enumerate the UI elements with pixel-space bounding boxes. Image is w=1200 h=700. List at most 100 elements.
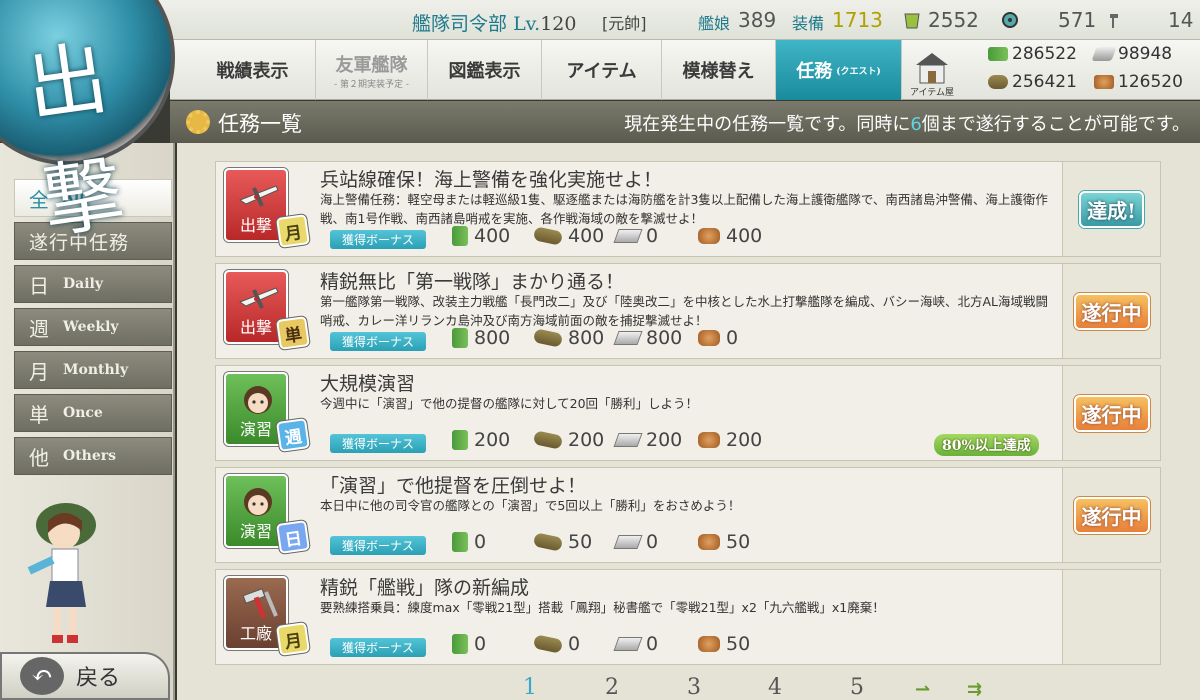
quest-card[interactable]: 出撃 月 兵站線確保！海上警備を強化実施せよ！ 海上警備任務：軽空母または軽巡級…: [215, 161, 1161, 257]
item-shop-button[interactable]: アイテム屋: [903, 42, 961, 98]
reward-fuel: 0: [452, 633, 486, 655]
fuel-icon: [452, 226, 468, 246]
tab-records[interactable]: 戦績表示: [190, 40, 316, 100]
reward-ammo-value: 0: [568, 633, 581, 655]
reward-bauxite-value: 50: [726, 531, 751, 553]
level-value: 120: [540, 13, 577, 35]
equip-label: 装備: [792, 14, 825, 33]
tab-label: 友軍艦隊: [335, 54, 408, 76]
reward-steel: 200: [613, 429, 682, 451]
reward-steel: 0: [613, 225, 659, 247]
bauxite-icon: [698, 228, 720, 244]
tab-furniture[interactable]: 模様替え: [662, 40, 776, 100]
quest-card[interactable]: 演習 週 大規模演習 今週中に「演習」で他の提督の艦隊に対して20回「勝利」しよ…: [215, 365, 1161, 461]
hammer-icon: [242, 588, 278, 619]
freq-monthly-icon: 月: [276, 622, 310, 656]
secretary-ship-girl: [27, 503, 96, 643]
dev-material-count: 571: [1058, 8, 1097, 32]
category-en: Monthly: [63, 362, 129, 378]
bonus-button[interactable]: 獲得ボーナス: [330, 434, 426, 453]
fuel-icon: [452, 634, 468, 654]
reward-steel: 800: [613, 327, 682, 349]
reward-ammo: 200: [532, 429, 604, 451]
fuel-icon: [988, 47, 1008, 61]
bonus-button[interactable]: 獲得ボーナス: [330, 332, 426, 351]
reward-steel: 0: [613, 531, 658, 553]
quest-status[interactable]: 達成!: [1062, 162, 1160, 256]
quest-status[interactable]: 遂行中: [1062, 468, 1160, 562]
screw-icon: [1110, 14, 1118, 28]
msg-post: 個まで遂行することが可能です。: [921, 114, 1190, 135]
reward-bauxite: 400: [698, 225, 762, 247]
fuel-icon: [452, 430, 468, 450]
bonus-button[interactable]: 獲得ボーナス: [330, 230, 426, 249]
quest-card[interactable]: 演習 日 「演習」で他提督を圧倒せよ！ 本日中に他の司令官の艦隊との「演習」で5…: [215, 467, 1161, 563]
reward-ammo: 800: [532, 327, 604, 349]
quest-type-label: 演習: [239, 522, 272, 541]
reward-bauxite: 0: [698, 327, 738, 349]
quest-card[interactable]: 工廠 月 精鋭「艦戦」隊の新編成 要熟練搭乗員：練度max「零戦21型」搭載「鳳…: [215, 569, 1161, 665]
category-kanji: 単: [29, 402, 49, 427]
ammo-value: 256421: [1012, 72, 1077, 92]
page-3[interactable]: 3: [687, 675, 701, 700]
category-weekly[interactable]: 週 Weekly: [14, 308, 172, 346]
category-monthly[interactable]: 月 Monthly: [14, 351, 172, 389]
tab-quests[interactable]: 任務 (クエスト): [776, 40, 902, 100]
category-once[interactable]: 単 Once: [14, 394, 172, 432]
category-en: Weekly: [63, 319, 119, 335]
reward-bauxite-value: 400: [726, 225, 763, 247]
reward-bauxite: 50: [698, 531, 750, 553]
steel-icon: [613, 433, 643, 447]
quest-card[interactable]: 出撃 単 精鋭無比「第一戦隊」まかり通る！ 第一艦隊第一戦隊、改装主力戦艦「長門…: [215, 263, 1161, 359]
last-page-icon[interactable]: ⇉: [967, 679, 982, 700]
reward-fuel: 800: [452, 327, 510, 349]
tab-label: 戦績表示: [216, 61, 289, 82]
quest-description: 海上警備任務：軽空母または軽巡級1隻、駆逐艦または海防艦を計3隻以上配備した海上…: [320, 192, 1048, 226]
page-5[interactable]: 5: [850, 675, 864, 700]
resource-ammo: 256421: [988, 72, 1077, 92]
category-daily[interactable]: 日 Daily: [14, 265, 172, 303]
reward-steel-value: 0: [646, 225, 659, 247]
freq-weekly-icon: 週: [276, 418, 310, 452]
category-en: Once: [63, 405, 103, 421]
back-button[interactable]: ↶ 戻る: [0, 652, 170, 700]
gear-icon: [186, 110, 210, 134]
fuel-icon: [452, 532, 468, 552]
category-kanji: 週: [29, 316, 49, 341]
quest-list-area: 出撃 月 兵站線確保！海上警備を強化実施せよ！ 海上警備任務：軽空母または軽巡級…: [177, 143, 1200, 700]
ammo-icon: [532, 328, 564, 348]
reward-ammo: 0: [532, 633, 581, 655]
status-header: 艦隊司令部 Lv.120 [元帥] 艦娘 389 装備 1713 2552 57…: [0, 0, 1200, 40]
reward-fuel-value: 0: [474, 633, 487, 655]
bauxite-icon: [1094, 75, 1114, 89]
bauxite-icon: [698, 534, 720, 550]
tab-label: 図鑑表示: [448, 61, 521, 82]
ships-label: 艦娘: [698, 14, 731, 33]
status-complete-stamp: 達成!: [1079, 190, 1144, 228]
tab-encyclopedia[interactable]: 図鑑表示: [428, 40, 542, 100]
reward-steel-value: 0: [646, 633, 659, 655]
next-page-icon[interactable]: ⇀: [915, 679, 930, 700]
quest-title: 精鋭「艦戦」隊の新編成: [320, 577, 530, 599]
freq-daily-icon: 日: [276, 520, 310, 554]
category-others[interactable]: 他 Others: [14, 437, 172, 475]
page-4[interactable]: 4: [768, 675, 782, 700]
bonus-button[interactable]: 獲得ボーナス: [330, 536, 426, 555]
category-en: Others: [63, 448, 117, 464]
tab-items[interactable]: アイテム: [542, 40, 662, 100]
quest-status[interactable]: 遂行中: [1062, 366, 1160, 460]
quest-status[interactable]: [1062, 570, 1160, 664]
quest-status[interactable]: 遂行中: [1062, 264, 1160, 358]
reward-bauxite-value: 200: [726, 429, 763, 451]
page-2[interactable]: 2: [605, 675, 619, 700]
page-1[interactable]: 1: [523, 675, 537, 700]
category-kanji: 他: [29, 445, 49, 470]
shop-icon: [916, 53, 948, 84]
tab-friend-fleet[interactable]: 友軍艦隊 - 第２期実装予定 -: [316, 40, 428, 100]
bauxite-value: 126520: [1118, 72, 1183, 92]
bonus-button[interactable]: 獲得ボーナス: [330, 638, 426, 657]
quest-type-label: 演習: [239, 420, 272, 439]
quest-type-label: 出撃: [239, 318, 272, 337]
bucket-icon: [904, 13, 920, 29]
freq-monthly-icon: 月: [276, 214, 310, 248]
